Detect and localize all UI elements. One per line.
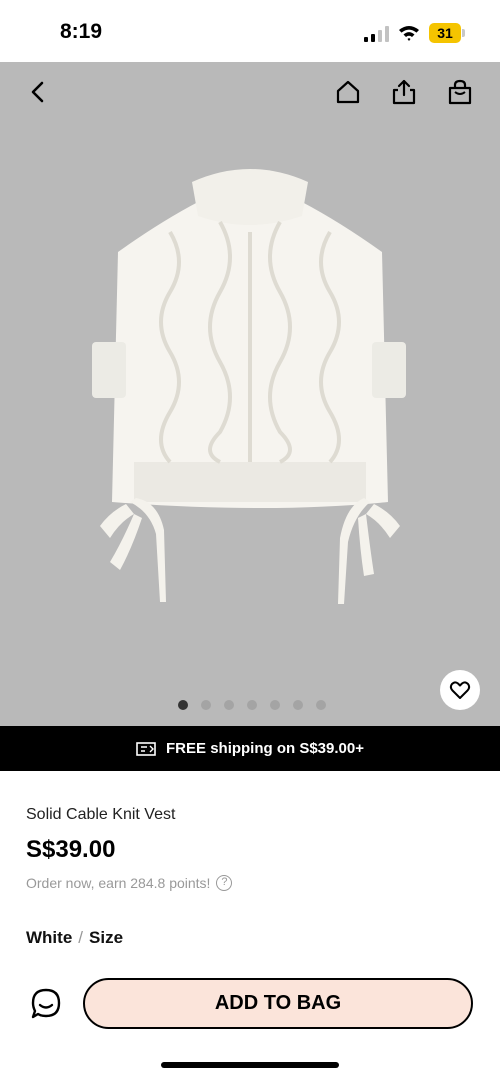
shipping-banner: FREE shipping on S$39.00+ (0, 726, 500, 771)
gallery-dot[interactable] (316, 700, 326, 710)
points-text: Order now, earn 284.8 points! (26, 875, 211, 891)
heart-icon (449, 681, 471, 699)
gallery-dot[interactable] (270, 700, 280, 710)
variant-separator: / (78, 928, 84, 947)
home-icon (336, 80, 360, 104)
variant-selector[interactable]: White / Size (26, 928, 123, 948)
gallery-dot[interactable] (201, 700, 211, 710)
gallery-dot[interactable] (293, 700, 303, 710)
shipping-text: FREE shipping on S$39.00+ (166, 740, 364, 757)
question-icon[interactable]: ? (216, 875, 233, 891)
product-image (92, 169, 406, 604)
home-indicator (161, 1062, 339, 1068)
size-label: Size (89, 928, 124, 947)
chat-button[interactable] (28, 986, 64, 1022)
share-icon (392, 79, 416, 105)
cellular-signal-icon (364, 26, 389, 42)
chat-icon (31, 988, 61, 1019)
add-to-bag-button[interactable]: ADD TO BAG (83, 978, 473, 1029)
bottom-action-bar: ADD TO BAG (0, 962, 500, 1080)
chevron-left-icon (31, 81, 44, 103)
truck-icon (136, 741, 156, 757)
gallery-dot[interactable] (247, 700, 257, 710)
battery-level: 31 (437, 25, 453, 41)
product-name: Solid Cable Knit Vest (26, 806, 176, 823)
home-button[interactable] (328, 72, 368, 112)
share-button[interactable] (384, 72, 424, 112)
product-gallery[interactable] (0, 62, 500, 726)
selected-color: White (26, 928, 73, 947)
battery-indicator: 31 (429, 23, 465, 43)
gallery-pagination[interactable] (0, 700, 500, 712)
status-time: 8:19 (60, 20, 103, 43)
gallery-dot[interactable] (224, 700, 234, 710)
shopping-bag-icon (448, 79, 472, 105)
cart-button[interactable] (440, 72, 480, 112)
product-price: S$39.00 (26, 836, 116, 863)
wifi-icon (399, 26, 419, 41)
gallery-dot[interactable] (178, 700, 188, 710)
status-bar: 8:19 31 (0, 0, 500, 62)
back-button[interactable] (18, 72, 58, 112)
points-row: Order now, earn 284.8 points! ? (26, 875, 233, 891)
